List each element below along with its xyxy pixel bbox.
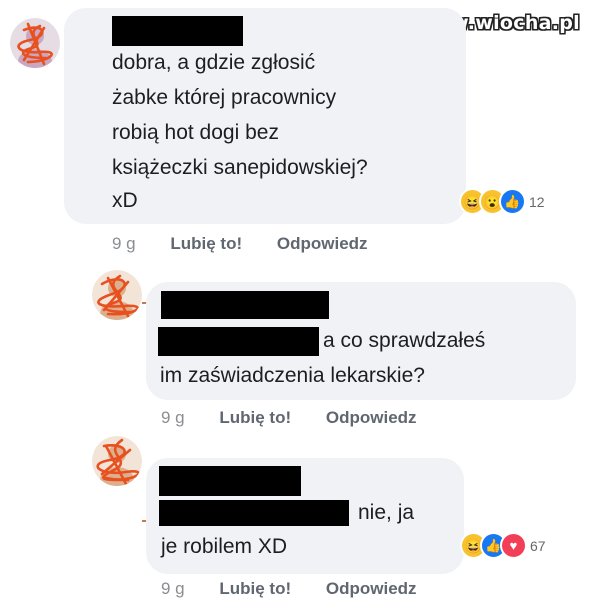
avatar[interactable] (92, 270, 142, 320)
scribbled-avatar-icon (92, 436, 142, 486)
comment-text-line: robią hot dogi bez (112, 121, 279, 144)
reaction-count: 12 (529, 193, 545, 210)
comment-actions: 9 g Lubię to! Odpowiedz (112, 234, 398, 254)
redacted-text (158, 327, 319, 356)
comment-actions: 9 g Lubię to! Odpowiedz (161, 408, 447, 428)
comment-actions: 9 g Lubię to! Odpowiedz (161, 579, 447, 599)
love-reaction-icon: ♥ (500, 532, 527, 559)
comment-timestamp[interactable]: 9 g (112, 234, 136, 253)
avatar[interactable] (92, 436, 142, 486)
like-button[interactable]: Lubię to! (170, 234, 242, 253)
reply-button[interactable]: Odpowiedz (326, 579, 417, 598)
reaction-count: 67 (530, 537, 546, 554)
reaction-summary[interactable]: 😆 👍 ♥ 67 (460, 532, 546, 559)
comment-timestamp[interactable]: 9 g (161, 579, 185, 598)
reply-text-line: a co sprawdzałeś (323, 329, 486, 352)
comment-timestamp[interactable]: 9 g (161, 408, 185, 427)
comment-text-line: xD (112, 189, 138, 212)
redacted-author-name (159, 466, 301, 496)
like-button[interactable]: Lubię to! (219, 408, 291, 427)
comment-text-line: książeczki sanepidowskiej? (112, 156, 368, 179)
comment-text-line: żabke której pracownicy (112, 86, 337, 109)
avatar[interactable] (10, 18, 60, 68)
redacted-author-name (112, 16, 243, 46)
reply-button[interactable]: Odpowiedz (326, 408, 417, 427)
reply-text-line: je robilem XD (161, 535, 288, 558)
reply-button[interactable]: Odpowiedz (277, 234, 368, 253)
redacted-text (159, 500, 349, 526)
reply-text-line: im zaświadczenia lekarskie? (160, 364, 425, 387)
scribbled-avatar-icon (92, 270, 142, 320)
reply-text-line: nie, ja (358, 501, 415, 524)
scribbled-avatar-icon (10, 18, 60, 68)
comment-text-line: dobra, a gdzie zgłosić (112, 51, 316, 74)
redacted-author-name (161, 291, 329, 319)
like-button[interactable]: Lubię to! (219, 579, 291, 598)
reaction-summary[interactable]: 😆 😮 👍 12 (459, 188, 545, 215)
like-reaction-icon: 👍 (499, 188, 526, 215)
